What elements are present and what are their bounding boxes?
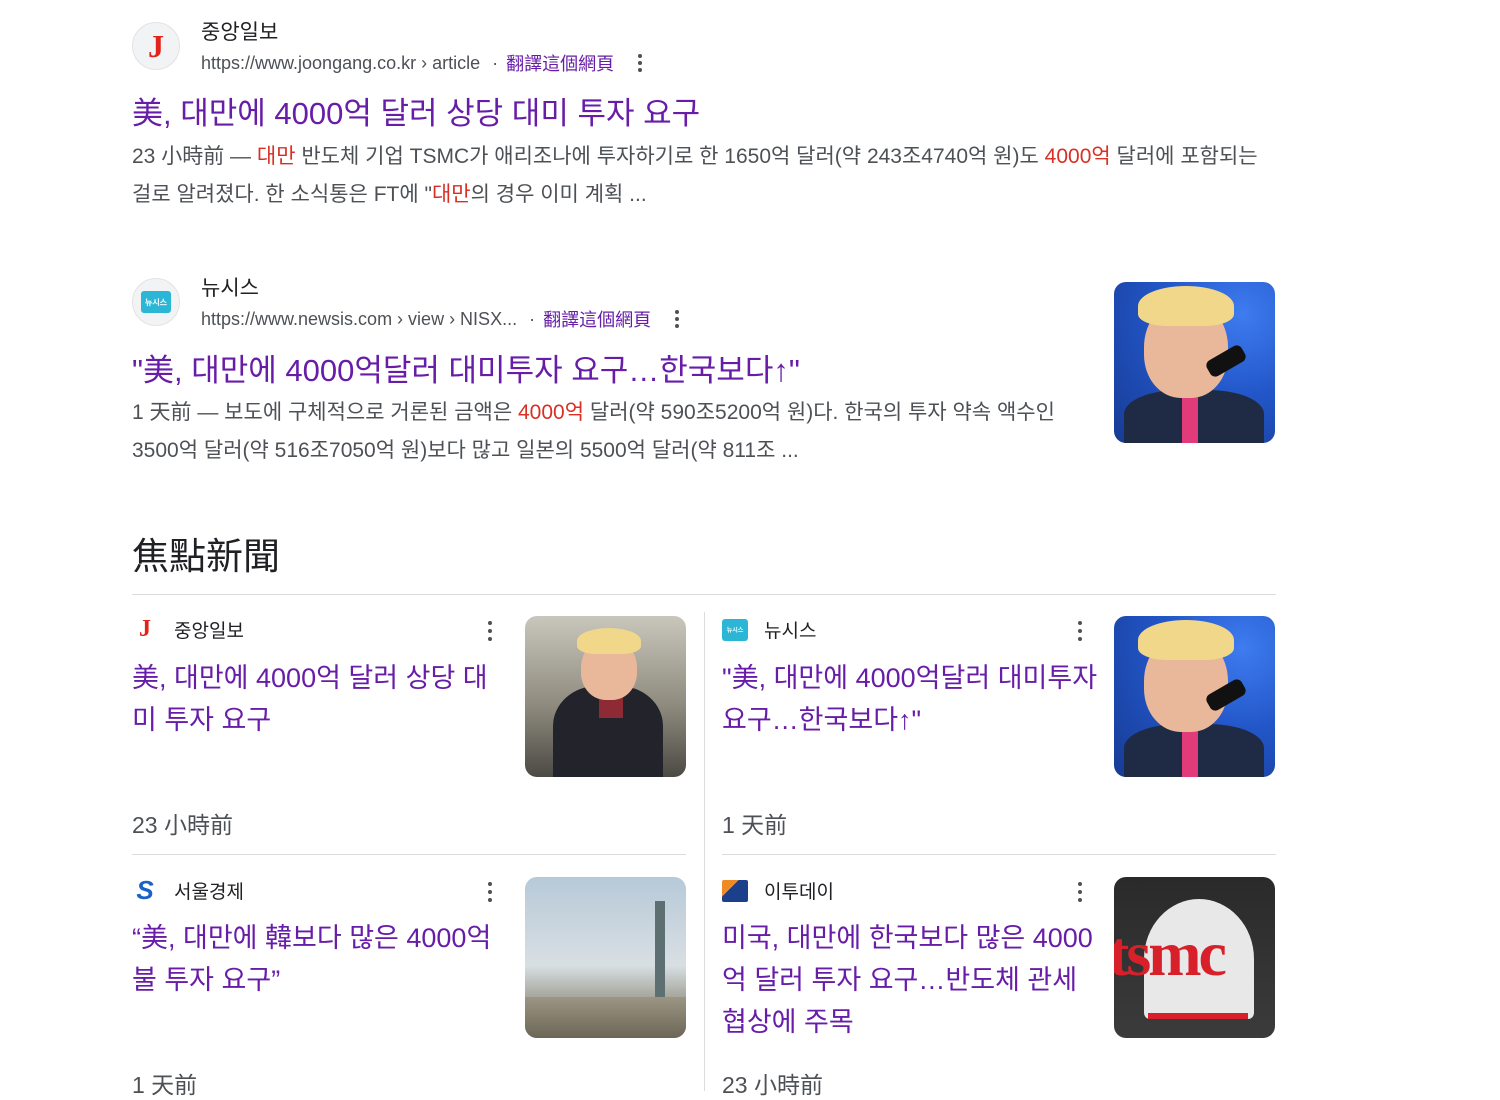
snippet-text: 반도체 기업 TSMC가 애리조나에 투자하기로 한 1650억 달러(약 24… — [295, 145, 1045, 168]
snippet-highlight: 대만 — [431, 183, 471, 206]
card-4-source[interactable]: 이투데이 — [722, 877, 834, 904]
snippet-text: 23 小時前 — — [132, 145, 257, 168]
card-2-source[interactable]: 뉴시스 뉴시스 — [722, 616, 816, 643]
card-1-time: 23 小時前 — [132, 812, 233, 838]
card-3-source[interactable]: S 서울경제 — [132, 875, 244, 905]
favicon-newsis[interactable]: 뉴시스 — [132, 278, 180, 326]
card-3-title-link[interactable]: “美, 대만에 韓보다 많은 4000억 불 투자 요구” — [132, 917, 502, 1001]
card-3-time: 1 天前 — [132, 1072, 198, 1098]
card-1-title-link[interactable]: 美, 대만에 4000억 달러 상당 대미 투자 요구 — [132, 657, 502, 741]
card-2-thumbnail[interactable] — [1114, 616, 1275, 777]
card-4-source-name: 이투데이 — [764, 882, 834, 903]
result-1-snippet: 23 小時前 — 대만 반도체 기업 TSMC가 애리조나에 투자하기로 한 1… — [132, 138, 1267, 214]
divider — [132, 594, 1276, 595]
card-1-source[interactable]: J 중앙일보 — [132, 616, 244, 643]
result-2-translate-link[interactable]: 翻譯這個網頁 — [543, 306, 651, 332]
snippet-highlight: 4000억 — [1044, 145, 1111, 168]
result-1-url[interactable]: https://www.joongang.co.kr › article — [201, 53, 480, 74]
card-3-more-options-icon[interactable] — [488, 882, 492, 902]
result-2-more-options-icon[interactable] — [675, 310, 680, 328]
result-2-snippet: 1 天前 — 보도에 구체적으로 거론된 금액은 4000억 달러(약 590조… — [132, 394, 1082, 470]
card-1-more-options-icon[interactable] — [488, 621, 492, 641]
result-2-thumbnail[interactable] — [1114, 282, 1275, 443]
card-4-thumbnail[interactable]: tsmc — [1114, 877, 1275, 1038]
card-1-thumbnail[interactable] — [525, 616, 686, 777]
snippet-text: 1 天前 — 보도에 구체적으로 거론된 금액은 — [132, 401, 518, 424]
card-2-source-name: 뉴시스 — [764, 621, 817, 642]
result-1-translate-link[interactable]: 翻譯這個網頁 — [506, 50, 614, 76]
seoul-economy-logo-icon: S — [136, 875, 154, 905]
separator-dot: · — [529, 308, 536, 329]
result-2-url[interactable]: https://www.newsis.com › view › NISX... — [201, 309, 517, 330]
separator-dot: · — [492, 52, 499, 73]
card-2-more-options-icon[interactable] — [1078, 621, 1082, 641]
divider — [722, 854, 1276, 855]
result-1-more-options-icon[interactable] — [638, 54, 643, 72]
card-1-source-name: 중앙일보 — [174, 621, 244, 642]
divider — [132, 854, 686, 855]
result-2-site-name[interactable]: 뉴시스 — [201, 272, 259, 302]
result-1-title-link[interactable]: 美, 대만에 4000억 달러 상당 대미 투자 요구 — [132, 88, 700, 133]
tsmc-logo-text: tsmc — [1114, 918, 1227, 989]
snippet-text: 의 경우 이미 계획 ... — [470, 183, 647, 206]
newsis-logo-icon: 뉴시스 — [722, 617, 748, 643]
taipei-101-icon — [655, 901, 665, 1011]
joongang-logo-icon: J — [139, 616, 151, 642]
result-2-title-link[interactable]: "美, 대만에 4000억달러 대미투자 요구…한국보다↑" — [132, 345, 800, 390]
card-4-title-link[interactable]: 미국, 대만에 한국보다 많은 4000억 달러 투자 요구…반도체 관세 협상… — [722, 917, 1102, 1043]
result-1-url-row: https://www.joongang.co.kr › article · 翻… — [201, 50, 643, 76]
result-2-url-row: https://www.newsis.com › view › NISX... … — [201, 306, 680, 332]
top-stories-heading: 焦點新聞 — [132, 536, 280, 577]
card-3-thumbnail[interactable] — [525, 877, 686, 1038]
card-4-time: 23 小時前 — [722, 1072, 823, 1098]
etoday-logo-icon — [722, 878, 748, 904]
card-2-title-link[interactable]: "美, 대만에 4000억달러 대미투자 요구…한국보다↑" — [722, 657, 1102, 741]
column-divider — [704, 612, 705, 1091]
card-2-time: 1 天前 — [722, 812, 788, 838]
snippet-highlight: 대만 — [256, 145, 296, 168]
snippet-highlight: 4000억 — [518, 401, 585, 424]
joongang-logo: J — [148, 28, 164, 64]
newsis-logo: 뉴시스 — [141, 291, 171, 313]
favicon-joongang[interactable]: J — [132, 22, 180, 70]
card-3-source-name: 서울경제 — [174, 882, 244, 903]
result-1-site-name[interactable]: 중앙일보 — [201, 16, 278, 46]
card-4-more-options-icon[interactable] — [1078, 882, 1082, 902]
